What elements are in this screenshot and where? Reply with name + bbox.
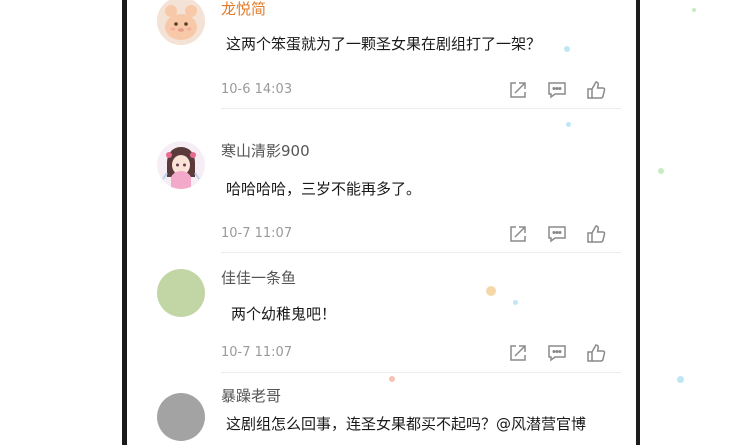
comment-time: 10-6 14:03 bbox=[221, 82, 293, 97]
comment-text: 哈哈哈哈，三岁不能再多了。 bbox=[226, 180, 422, 198]
divider bbox=[221, 372, 621, 373]
thumbs-up-icon[interactable] bbox=[585, 223, 607, 245]
sparkle-decoration bbox=[564, 46, 570, 52]
share-icon[interactable] bbox=[507, 342, 529, 364]
comment-time: 10-7 11:07 bbox=[221, 226, 293, 241]
sparkle-decoration bbox=[486, 286, 496, 296]
avatar[interactable] bbox=[157, 141, 205, 189]
commenter-name[interactable]: 寒山清影900 bbox=[221, 142, 310, 160]
comment-icon[interactable] bbox=[546, 223, 568, 245]
comment-time: 10-7 11:07 bbox=[221, 345, 293, 360]
comment-text: 这剧组怎么回事，连圣女果都买不起吗？@风潜营官博 bbox=[226, 415, 587, 433]
comment-icon[interactable] bbox=[546, 342, 568, 364]
commenter-name[interactable]: 暴躁老哥 bbox=[221, 387, 281, 405]
sparkle-decoration bbox=[513, 300, 518, 305]
comment-text: 两个幼稚鬼吧！ bbox=[231, 305, 337, 323]
sparkle-decoration bbox=[658, 168, 664, 174]
sparkle-decoration bbox=[566, 122, 571, 127]
comment-panel: 龙悦简 这两个笨蛋就为了一颗圣女果在剧组打了一架？ 10-6 14:03 寒山清… bbox=[127, 0, 636, 445]
sparkle-decoration bbox=[692, 8, 696, 12]
divider bbox=[221, 108, 621, 109]
commenter-name[interactable]: 佳佳一条鱼 bbox=[221, 269, 296, 287]
avatar[interactable] bbox=[157, 393, 205, 441]
share-icon[interactable] bbox=[507, 223, 529, 245]
avatar[interactable] bbox=[157, 269, 205, 317]
avatar[interactable] bbox=[157, 0, 205, 45]
thumbs-up-icon[interactable] bbox=[585, 342, 607, 364]
comment-text: 这两个笨蛋就为了一颗圣女果在剧组打了一架？ bbox=[226, 35, 542, 53]
thumbs-up-icon[interactable] bbox=[585, 79, 607, 101]
share-icon[interactable] bbox=[507, 79, 529, 101]
commenter-name[interactable]: 龙悦简 bbox=[221, 0, 266, 18]
sparkle-decoration bbox=[389, 376, 395, 382]
right-border bbox=[636, 0, 640, 445]
comment-icon[interactable] bbox=[546, 79, 568, 101]
sparkle-decoration bbox=[677, 376, 684, 383]
divider bbox=[221, 252, 621, 253]
